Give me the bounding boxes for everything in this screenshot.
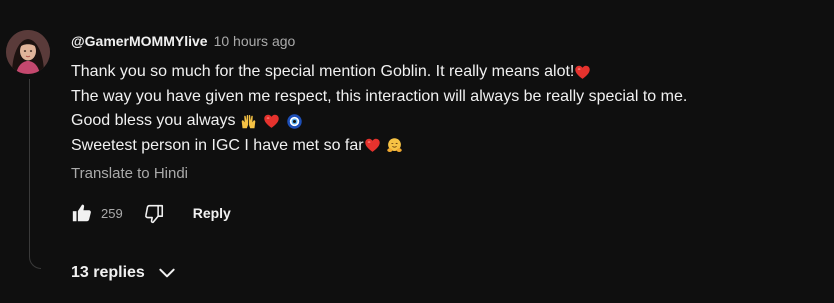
translate-link[interactable]: Translate to Hindi: [71, 165, 188, 182]
comment-timestamp[interactable]: 10 hours ago: [214, 33, 296, 49]
red-heart-icon: [364, 137, 381, 154]
red-heart-icon: [574, 64, 591, 81]
comment-line: Good bless you always: [71, 109, 811, 134]
red-heart-icon: [263, 113, 280, 130]
comment-line-text: Sweetest person in IGC I have met so far: [71, 136, 364, 154]
comment-text: Thank you so much for the special mentio…: [71, 60, 811, 158]
raising-hands-icon: [240, 113, 257, 130]
thumbs-up-icon: [72, 204, 91, 222]
comment-line: Thank you so much for the special mentio…: [71, 60, 811, 85]
replies-count-label: 13 replies: [71, 264, 145, 281]
like-count: 259: [101, 205, 123, 221]
like-button[interactable]: [69, 200, 95, 226]
comment-header: @GamerMOMMYlive 10 hours ago: [71, 33, 295, 51]
reply-button[interactable]: Reply: [193, 205, 231, 221]
comment-line-text: Thank you so much for the special mentio…: [71, 63, 575, 80]
comment-line: Sweetest person in IGC I have met so far: [71, 134, 811, 159]
comment-line-text: Good bless you always: [71, 112, 240, 129]
dislike-button[interactable]: [141, 200, 167, 226]
comment-line-text: The way you have given me respect, this …: [71, 87, 688, 105]
comment-line: The way you have given me respect, this …: [71, 85, 811, 110]
comment-action-bar: 259 Reply: [69, 199, 231, 227]
comment-author[interactable]: @GamerMOMMYlive: [71, 33, 208, 49]
nazar-amulet-icon: [286, 113, 303, 130]
thread-connector-line: [29, 79, 41, 269]
thumbs-down-icon: [144, 204, 163, 224]
view-replies-button[interactable]: 13 replies: [71, 261, 177, 285]
hugging-face-icon: [386, 137, 403, 154]
avatar[interactable]: [6, 30, 50, 74]
chevron-down-icon: [157, 263, 177, 283]
